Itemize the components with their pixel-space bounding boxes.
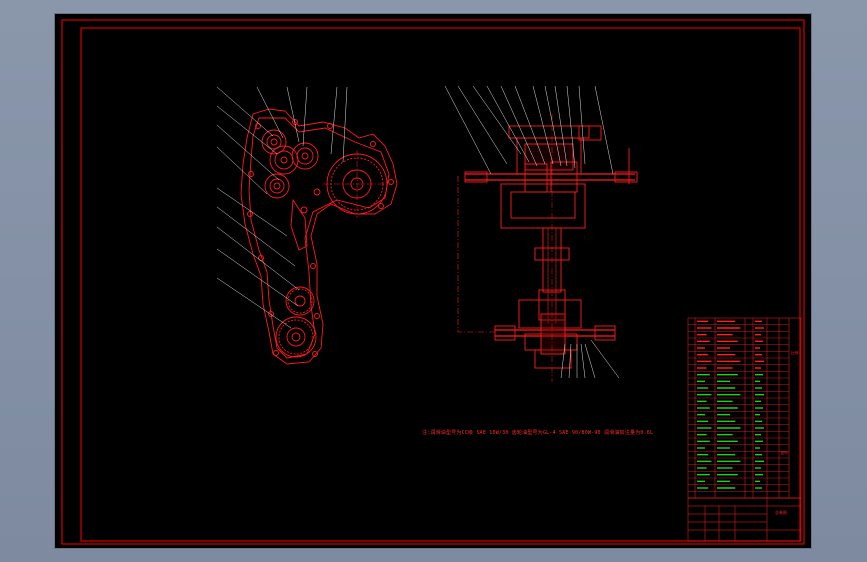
inner-frame: [80, 27, 801, 542]
parts-list-rows: [688, 320, 789, 492]
drawing-sheet: 总装图 比例 图号 注:润滑油型号为CC级 SAE 10W/30 齿轮油型号为G…: [55, 14, 811, 548]
title-block-sheet-label: 图号: [781, 450, 789, 455]
lubrication-note: 注:润滑油型号为CC级 SAE 10W/30 齿轮油型号为GL-4 SAE 90…: [422, 430, 654, 436]
drive-train-section: [457, 114, 638, 382]
title-block-drawing-name: 总装图: [775, 509, 787, 515]
outer-frame: [61, 19, 805, 545]
gearbox-case-view: [240, 108, 398, 365]
cad-drawing: 总装图 比例 图号: [61, 19, 805, 545]
title-block-scale-label: 比例: [791, 350, 799, 355]
